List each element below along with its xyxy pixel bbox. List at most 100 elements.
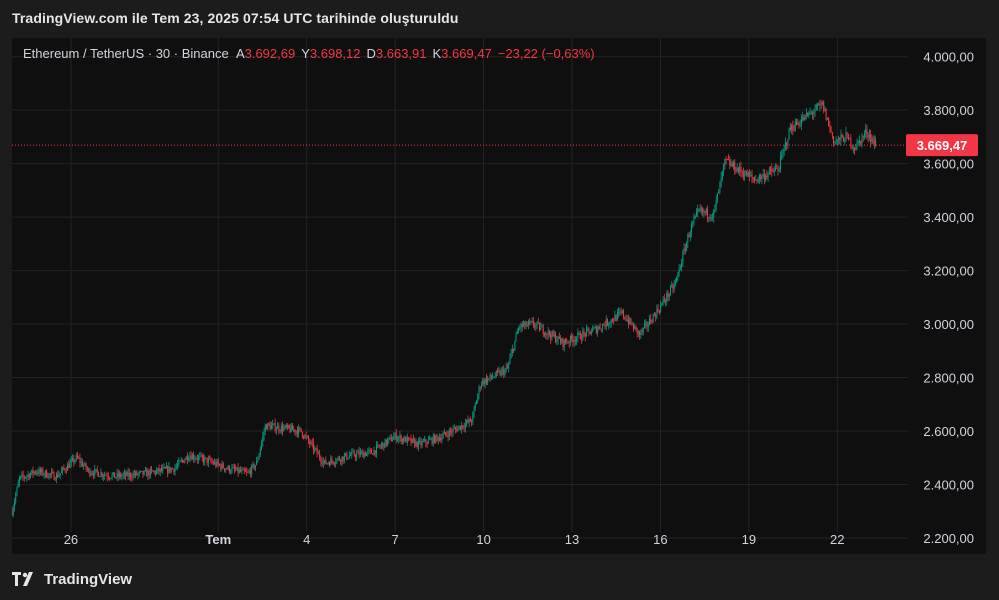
candle-body xyxy=(566,342,568,344)
candle-body xyxy=(375,445,377,454)
candle-body xyxy=(345,453,347,456)
candle-body xyxy=(324,459,326,462)
candle-body xyxy=(148,470,150,476)
candle-body xyxy=(445,432,447,435)
candle-body xyxy=(438,438,440,441)
candle-body xyxy=(274,423,276,431)
candle-body xyxy=(174,467,176,472)
candle-body xyxy=(152,470,154,472)
snapshot-caption: TradingView.com ile Tem 23, 2025 07:54 U… xyxy=(12,10,459,26)
candle-body xyxy=(671,285,673,287)
candle-body xyxy=(442,434,444,438)
candle-body xyxy=(773,169,775,173)
candle-body xyxy=(550,334,552,339)
candle-body xyxy=(184,459,186,463)
candle-body xyxy=(480,384,482,388)
candle-body xyxy=(516,331,518,335)
candle-body xyxy=(734,162,736,172)
candle-body xyxy=(351,451,353,456)
candle-body xyxy=(574,340,576,342)
candle-body xyxy=(435,435,437,443)
candle-body xyxy=(686,243,688,251)
candle-body xyxy=(330,458,332,466)
candle-body xyxy=(573,340,575,343)
candle-body xyxy=(304,435,306,438)
candle-body xyxy=(280,425,282,432)
candle-body xyxy=(18,477,20,483)
candle-body xyxy=(76,455,78,458)
candle-body xyxy=(770,169,772,171)
low-value: 3.663,91 xyxy=(375,46,427,61)
candle-body xyxy=(167,466,169,473)
candle-body xyxy=(179,460,181,462)
candle-body xyxy=(458,425,460,428)
candle-body xyxy=(673,284,675,289)
candle-body xyxy=(831,132,833,137)
candle-body xyxy=(859,140,861,142)
candle-body xyxy=(251,465,253,475)
candle-body xyxy=(862,136,864,138)
candle-body xyxy=(30,473,32,478)
candle-body xyxy=(128,473,130,477)
candle-body xyxy=(353,451,355,456)
candle-body xyxy=(791,125,793,130)
candle-body xyxy=(639,331,641,336)
y-axis-tick-label: 2.600,00 xyxy=(923,424,974,439)
candle-body xyxy=(41,469,43,473)
candle-body xyxy=(91,473,93,475)
candle-body xyxy=(463,427,465,429)
candle-body xyxy=(417,440,419,448)
candle-body xyxy=(511,349,513,353)
candle-body xyxy=(834,142,836,144)
candle-body xyxy=(531,321,533,323)
candle-body xyxy=(242,469,244,470)
candle-body xyxy=(21,474,23,477)
candle-body xyxy=(80,461,82,463)
candle-body xyxy=(63,467,65,470)
low-key: D xyxy=(366,46,376,61)
candle-body xyxy=(688,235,690,237)
candle-body xyxy=(568,342,570,343)
candle-body xyxy=(636,327,638,334)
candle-body xyxy=(474,404,476,409)
candle-body xyxy=(478,387,480,396)
candle-body xyxy=(32,469,34,474)
candle-body xyxy=(576,337,578,342)
candle-body xyxy=(342,456,344,461)
candle-body xyxy=(160,468,162,471)
candle-body xyxy=(828,117,830,126)
y-axis-tick-label: 3.000,00 xyxy=(923,317,974,332)
candle-body xyxy=(676,277,678,282)
candle-body xyxy=(809,112,811,114)
candle-body xyxy=(195,458,197,460)
candle-body xyxy=(665,301,667,303)
candle-body xyxy=(476,401,478,405)
candle-body xyxy=(362,451,364,458)
candle-body xyxy=(600,328,602,330)
chart-panel[interactable]: 4.000,00 3.800,00 3.600,00 3.400,00 3.200,00… xyxy=(12,38,986,554)
candlestick-chart[interactable]: 4.000,00 3.800,00 3.600,00 3.400,00 3.200,00… xyxy=(12,38,986,554)
candle-body xyxy=(784,142,786,147)
candle-body xyxy=(694,215,696,219)
candle-body xyxy=(207,458,209,464)
candle-body xyxy=(850,138,852,147)
candle-body xyxy=(718,191,720,194)
x-axis-tick-label: 4 xyxy=(303,532,310,547)
candle-body xyxy=(247,471,249,473)
candle-body xyxy=(169,466,171,472)
candle-body xyxy=(133,473,135,476)
x-axis-tick-label: 16 xyxy=(653,532,667,547)
candle-body xyxy=(361,451,363,453)
candle-body xyxy=(542,326,544,335)
candle-body xyxy=(611,319,613,321)
candle-body xyxy=(79,458,81,463)
candle-body xyxy=(320,458,322,462)
candle-body xyxy=(693,218,695,223)
candle-body xyxy=(215,462,217,466)
candle-body xyxy=(865,129,867,134)
candle-body xyxy=(279,430,281,432)
candle-body xyxy=(130,473,132,478)
candle-body xyxy=(721,171,723,178)
candle-body xyxy=(608,324,610,326)
candle-body xyxy=(648,318,650,325)
